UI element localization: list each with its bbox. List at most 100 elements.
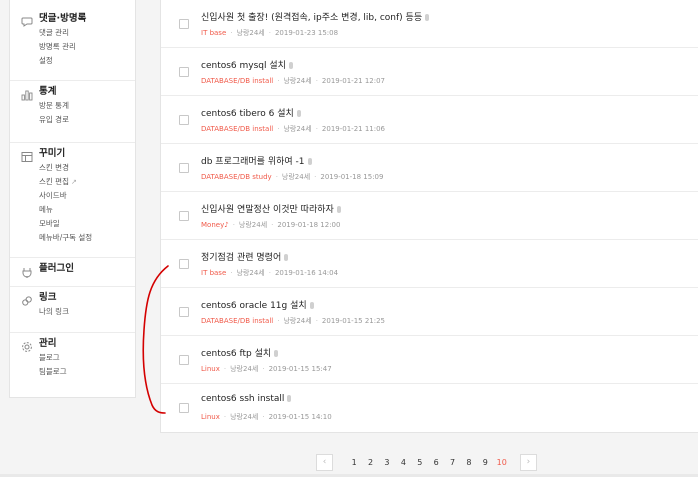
post-title-link[interactable]: db 프로그래머를 위하여 -1 bbox=[201, 154, 312, 167]
sidebar-item[interactable]: 나의 링크 bbox=[39, 305, 135, 319]
pagination: ‹ 1 2 3 4 5 6 7 8 9 10 › bbox=[316, 453, 537, 471]
sidebar-group: 꾸미기 스킨 변경 스킨 편집 ↗ 사이드바 메뉴모바일메뉴바/구독 설정 bbox=[10, 143, 135, 258]
private-lock-icon bbox=[307, 158, 312, 165]
post-meta: DATABASE/DB install · 낭랑24세 · 2019-01-21 12:… bbox=[201, 76, 385, 86]
sidebar-item-label: 메뉴바/구독 설정 bbox=[39, 233, 93, 242]
meta-separator: · bbox=[277, 317, 280, 325]
post-date: 2019-01-15 21:25 bbox=[321, 317, 386, 325]
next-page-button[interactable]: › bbox=[519, 453, 537, 471]
post-title: 신입사원 연말정산 이것만 따라하자 bbox=[201, 205, 334, 215]
post-author: 낭랑24세 bbox=[281, 173, 311, 181]
post-checkbox[interactable] bbox=[179, 19, 189, 29]
sidebar-item[interactable]: 유입 경로 bbox=[39, 113, 135, 127]
post-category-link[interactable]: DATABASE/DB study bbox=[201, 173, 272, 181]
sidebar-item[interactable]: 설정 bbox=[39, 54, 135, 68]
post-title-link[interactable]: centos6 ftp 설치 bbox=[201, 346, 279, 359]
post-meta: IT base · 낭랑24세 · 2019-01-23 15:08 bbox=[201, 28, 338, 38]
sidebar-item[interactable]: 팀블로그 bbox=[39, 365, 135, 379]
layout-icon bbox=[21, 148, 33, 162]
sidebar-item-label: 블로그 bbox=[39, 353, 60, 362]
post-author: 낭랑24세 bbox=[283, 125, 312, 133]
bar-chart-icon bbox=[21, 86, 33, 101]
page-number-link[interactable]: 6 bbox=[428, 458, 444, 467]
sidebar-group-title[interactable]: 플러그인 bbox=[39, 262, 135, 276]
sidebar-item[interactable]: 방명록 관리 bbox=[39, 40, 135, 54]
page-number-link[interactable]: 7 bbox=[444, 458, 460, 467]
meta-separator: · bbox=[223, 365, 227, 373]
post-category-link[interactable]: IT base bbox=[201, 269, 226, 277]
sidebar-item[interactable]: 메뉴 bbox=[39, 203, 135, 217]
sidebar-item[interactable]: 스킨 변경 bbox=[39, 161, 135, 175]
post-category-link[interactable]: DATABASE/DB install bbox=[201, 125, 273, 133]
post-checkbox[interactable] bbox=[179, 403, 189, 413]
meta-separator: · bbox=[315, 77, 318, 85]
sidebar-item[interactable]: 메뉴바/구독 설정 bbox=[39, 231, 135, 245]
sidebar-group-title[interactable]: 꾸미기 bbox=[39, 147, 135, 161]
post-checkbox[interactable] bbox=[179, 211, 189, 221]
post-checkbox[interactable] bbox=[179, 115, 189, 125]
meta-separator: · bbox=[230, 29, 233, 37]
sidebar-group-title[interactable]: 관리 bbox=[39, 337, 135, 351]
post-row: centos6 mysql 설치 DATABASE/DB install · 낭랑24… bbox=[161, 48, 698, 96]
post-title-link[interactable]: centos6 oracle 11g 설치 bbox=[201, 298, 314, 311]
meta-separator: · bbox=[277, 77, 280, 85]
prev-page-button[interactable]: ‹ bbox=[316, 453, 333, 471]
post-meta: DATABASE/DB study · 낭랑24세 · 2019-01-18 15:09 bbox=[201, 172, 383, 182]
sidebar-item[interactable]: 모바일 bbox=[39, 217, 135, 231]
post-date: 2019-01-18 15:09 bbox=[320, 173, 384, 181]
post-category-link[interactable]: Linux bbox=[201, 365, 220, 373]
sidebar-group-title[interactable]: 통계 bbox=[39, 85, 135, 99]
post-date: 2019-01-23 15:08 bbox=[274, 29, 339, 37]
post-checkbox[interactable] bbox=[179, 67, 189, 77]
private-lock-icon bbox=[309, 302, 314, 309]
post-checkbox[interactable] bbox=[179, 163, 189, 173]
post-meta: DATABASE/DB install · 낭랑24세 · 2019-01-15 21:… bbox=[201, 316, 385, 326]
sidebar-item[interactable]: 블로그 bbox=[39, 351, 135, 365]
post-title-link[interactable]: centos6 ssh install bbox=[201, 394, 292, 404]
post-category-link[interactable]: DATABASE/DB install bbox=[201, 317, 273, 325]
post-title: 신입사원 첫 출장! (원격접속, ip주소 변경, lib, conf) 등등 bbox=[201, 13, 423, 23]
sidebar-group-title[interactable]: 링크 bbox=[39, 291, 135, 305]
sidebar-item[interactable]: 사이드바 bbox=[39, 189, 135, 203]
page-number-link[interactable]: 9 bbox=[477, 458, 493, 467]
page-number-link[interactable]: 3 bbox=[379, 458, 395, 467]
sidebar-group-title[interactable]: 댓글·방명록 bbox=[39, 12, 135, 26]
page-number-link[interactable]: 10 bbox=[494, 458, 510, 467]
post-title-link[interactable]: 신입사원 연말정산 이것만 따라하자 bbox=[201, 202, 341, 215]
meta-separator: · bbox=[275, 173, 278, 181]
post-category-link[interactable]: Linux bbox=[201, 413, 220, 421]
page-number-link[interactable]: 2 bbox=[362, 458, 378, 467]
post-category-link[interactable]: Money♪ bbox=[201, 221, 229, 229]
post-checkbox[interactable] bbox=[179, 307, 189, 317]
sidebar-group: 통계 방문 통계 유입 경로 bbox=[10, 81, 135, 143]
post-category-link[interactable]: DATABASE/DB install bbox=[201, 77, 273, 85]
page-number-link[interactable]: 5 bbox=[412, 458, 428, 467]
post-category-link[interactable]: IT base bbox=[201, 29, 226, 37]
sidebar-item-label: 나의 링크 bbox=[39, 307, 69, 316]
private-lock-icon bbox=[284, 254, 289, 261]
meta-separator: · bbox=[277, 125, 280, 133]
post-title-link[interactable]: 정기점검 관련 명령어 bbox=[201, 250, 289, 263]
external-link-icon: ↗ bbox=[70, 178, 77, 186]
post-meta: IT base · 낭랑24세 · 2019-01-16 14:04 bbox=[201, 268, 338, 278]
sidebar-item-label: 모바일 bbox=[39, 219, 60, 228]
page-number-link[interactable]: 1 bbox=[346, 458, 362, 467]
gear-icon bbox=[21, 338, 33, 352]
page-number-link[interactable]: 4 bbox=[395, 458, 411, 467]
private-lock-icon bbox=[336, 206, 341, 213]
post-title-link[interactable]: centos6 mysql 설치 bbox=[201, 58, 293, 71]
link-icon bbox=[21, 292, 33, 306]
post-title-link[interactable]: centos6 tibero 6 설치 bbox=[201, 106, 301, 119]
post-author: 낭랑24세 bbox=[236, 269, 265, 277]
sidebar-item[interactable]: 댓글 관리 bbox=[39, 26, 135, 40]
post-title: centos6 mysql 설치 bbox=[201, 61, 286, 71]
post-checkbox[interactable] bbox=[179, 355, 189, 365]
private-lock-icon bbox=[274, 350, 279, 357]
post-title-link[interactable]: 신입사원 첫 출장! (원격접속, ip주소 변경, lib, conf) 등등 bbox=[201, 10, 430, 23]
page-number-link[interactable]: 8 bbox=[461, 458, 477, 467]
meta-separator: · bbox=[315, 125, 318, 133]
post-checkbox[interactable] bbox=[179, 259, 189, 269]
post-row: centos6 ssh install Linux · 낭랑24세 · 2019-01-1… bbox=[161, 384, 698, 432]
sidebar-item[interactable]: 스킨 편집 ↗ bbox=[39, 175, 135, 189]
sidebar-item[interactable]: 방문 통계 bbox=[39, 99, 135, 113]
